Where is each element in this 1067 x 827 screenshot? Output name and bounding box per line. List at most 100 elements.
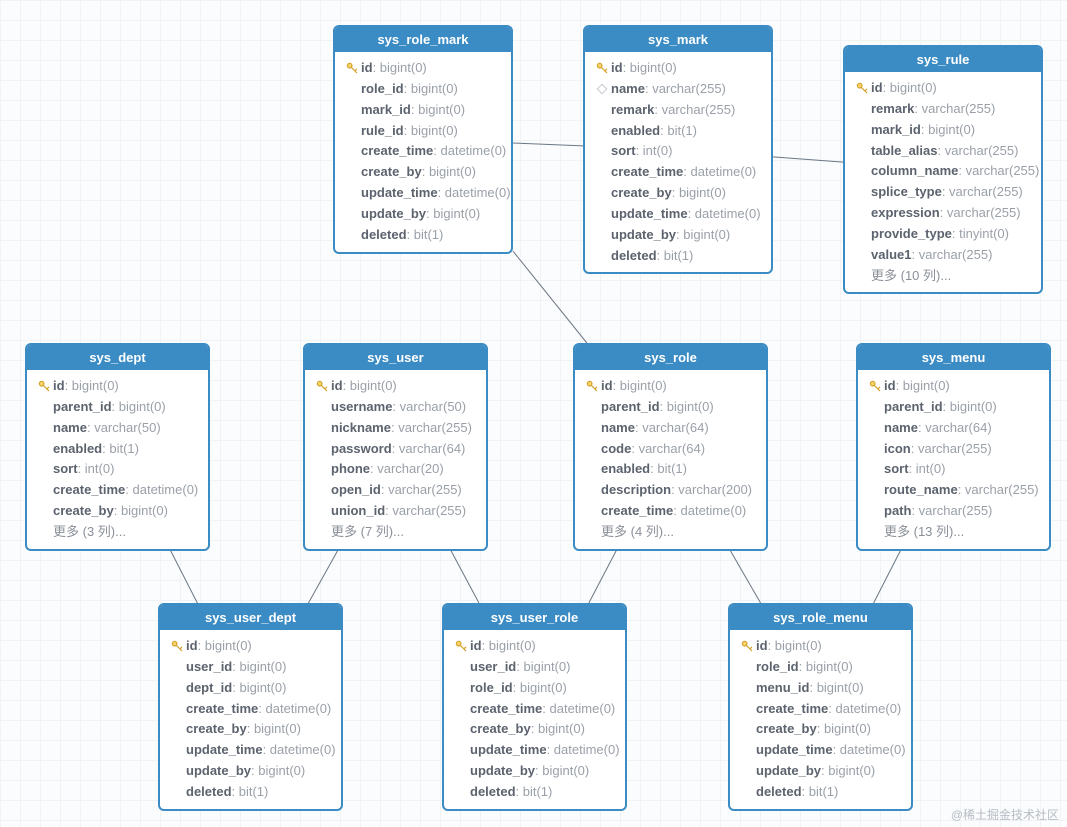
column-row: phone: varchar(20)	[313, 459, 478, 480]
column-row: icon: varchar(255)	[866, 439, 1041, 460]
column-type: : bigint(0)	[232, 658, 286, 677]
column-name: remark	[611, 101, 654, 120]
column-type: : datetime(0)	[683, 163, 756, 182]
column-name: role_id	[470, 679, 513, 698]
primary-key-icon	[37, 379, 51, 393]
column-row: update_time: datetime(0)	[168, 740, 333, 761]
column-row: value1: varchar(255)	[853, 245, 1033, 266]
column-row: provide_type: tinyint(0)	[853, 224, 1033, 245]
entity-sys_role_mark[interactable]: sys_role_markid: bigint(0)role_id: bigin…	[333, 25, 513, 254]
column-name: parent_id	[53, 398, 112, 417]
entity-sys_menu[interactable]: sys_menuid: bigint(0)parent_id: bigint(0…	[856, 343, 1051, 551]
column-type: : bit(1)	[802, 783, 839, 802]
column-row: open_id: varchar(255)	[313, 480, 478, 501]
entity-sys_mark[interactable]: sys_markid: bigint(0)name: varchar(255)r…	[583, 25, 773, 274]
entity-columns: id: bigint(0)name: varchar(255)remark: v…	[585, 52, 771, 272]
column-name: id	[601, 377, 613, 396]
column-type: : bigint(0)	[809, 679, 863, 698]
column-name: name	[53, 419, 87, 438]
column-type: : varchar(255)	[654, 101, 735, 120]
column-name: update_time	[611, 205, 688, 224]
entity-title: sys_user_dept	[160, 605, 341, 630]
column-name: user_id	[186, 658, 232, 677]
column-type: : bigint(0)	[232, 679, 286, 698]
column-row: id: bigint(0)	[35, 376, 200, 397]
column-name: create_time	[53, 481, 125, 500]
column-type: : varchar(20)	[370, 460, 444, 479]
column-row: create_time: datetime(0)	[738, 699, 903, 720]
column-type: : bigint(0)	[535, 762, 589, 781]
watermark-text: @稀土掘金技术社区	[951, 806, 1059, 823]
column-row: description: varchar(200)	[583, 480, 758, 501]
entity-sys_role_menu[interactable]: sys_role_menuid: bigint(0)role_id: bigin…	[728, 603, 913, 811]
column-name: sort	[611, 142, 636, 161]
column-name: deleted	[186, 783, 232, 802]
entity-columns: id: bigint(0)parent_id: bigint(0)name: v…	[575, 370, 766, 549]
column-name: enabled	[53, 440, 102, 459]
column-row: mark_id: bigint(0)	[853, 120, 1033, 141]
entity-title: sys_user_role	[444, 605, 625, 630]
column-type: : varchar(255)	[958, 481, 1039, 500]
column-type: : bigint(0)	[516, 658, 570, 677]
column-name: route_name	[884, 481, 958, 500]
column-row: role_id: bigint(0)	[738, 657, 903, 678]
column-type: : varchar(200)	[671, 481, 752, 500]
column-row: update_by: bigint(0)	[452, 761, 617, 782]
column-type: : varchar(255)	[958, 162, 1039, 181]
entity-columns: id: bigint(0)parent_id: bigint(0)name: v…	[858, 370, 1049, 549]
column-type: : datetime(0)	[688, 205, 761, 224]
column-type: : int(0)	[78, 460, 115, 479]
column-name: expression	[871, 204, 940, 223]
entity-sys_dept[interactable]: sys_dept id: bigint(0)parent_id : bigint(0…	[25, 343, 210, 551]
column-row: mark_id: bigint(0)	[343, 100, 503, 121]
entity-sys_user[interactable]: sys_userid: bigint(0)username: varchar(5…	[303, 343, 488, 551]
column-type: : bigint(0)	[943, 398, 997, 417]
column-name: create_by	[756, 720, 817, 739]
entity-title: sys_dept	[27, 345, 208, 370]
column-type: : bigint(0)	[482, 637, 536, 656]
primary-key-icon	[454, 639, 468, 653]
column-type: : bigint(0)	[114, 502, 168, 521]
column-name: create_time	[470, 700, 542, 719]
entity-sys_user_dept[interactable]: sys_user_deptid: bigint(0)user_id: bigin…	[158, 603, 343, 811]
column-row: user_id: bigint(0)	[452, 657, 617, 678]
column-row: create_time: datetime(0)	[452, 699, 617, 720]
entity-sys_role[interactable]: sys_roleid: bigint(0)parent_id: bigint(0…	[573, 343, 768, 551]
entity-title: sys_role_mark	[335, 27, 511, 52]
entity-sys_user_role[interactable]: sys_user_roleid: bigint(0)user_id: bigin…	[442, 603, 627, 811]
column-name: id	[53, 377, 65, 396]
entity-title: sys_mark	[585, 27, 771, 52]
column-type: : varchar(64)	[631, 440, 705, 459]
column-type: : bigint(0)	[426, 205, 480, 224]
column-type: : varchar(255)	[914, 100, 995, 119]
column-row: enabled: bit(1)	[593, 121, 763, 142]
column-name: update_by	[470, 762, 535, 781]
column-name: id	[756, 637, 768, 656]
column-name: id	[470, 637, 482, 656]
column-type: : varchar(64)	[392, 440, 466, 459]
entity-columns: id: bigint(0)remark: varchar(255)mark_id…	[845, 72, 1041, 292]
column-name: id	[361, 59, 373, 78]
column-name: union_id	[331, 502, 385, 521]
column-name: role_id	[756, 658, 799, 677]
column-row: parent_id: bigint(0)	[866, 397, 1041, 418]
column-type: : varchar(50)	[392, 398, 466, 417]
column-name: deleted	[611, 247, 657, 266]
column-name: enabled	[611, 122, 660, 141]
column-type: : bigint(0)	[251, 762, 305, 781]
column-type: : bigint(0)	[343, 377, 397, 396]
column-name: update_time	[361, 184, 438, 203]
column-type: : int(0)	[636, 142, 673, 161]
column-name: column_name	[871, 162, 958, 181]
column-name: name	[601, 419, 635, 438]
primary-key-icon	[170, 639, 184, 653]
column-name: create_time	[601, 502, 673, 521]
column-name: update_by	[611, 226, 676, 245]
column-name: provide_type	[871, 225, 952, 244]
column-name: path	[884, 502, 911, 521]
entity-sys_rule[interactable]: sys_ruleid: bigint(0)remark: varchar(255…	[843, 45, 1043, 294]
column-name: parent_id	[884, 398, 943, 417]
column-row: path: varchar(255)	[866, 501, 1041, 522]
column-name: create_time	[361, 142, 433, 161]
column-row: id: bigint(0)	[452, 636, 617, 657]
